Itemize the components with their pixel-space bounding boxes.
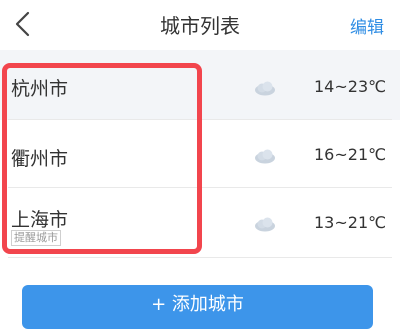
edit-button[interactable]: 编辑 (350, 13, 384, 38)
back-button[interactable] (12, 11, 36, 37)
temperature-range: 16~21℃ (314, 145, 387, 164)
city-name: 衢州市 (11, 148, 69, 170)
top-bar: 城市列表 编辑 (0, 0, 400, 48)
city-row-shanghai[interactable]: 上海市 提醒城市 13~21℃ (0, 188, 400, 258)
temperature-range: 13~21℃ (314, 213, 387, 232)
cloud-icon (255, 81, 275, 96)
cloud-icon (255, 149, 275, 164)
chevron-left-icon (15, 11, 30, 37)
add-city-button[interactable]: + 添加城市 (22, 285, 373, 329)
row-divider (8, 257, 392, 258)
city-list: 杭州市 14~23℃ 衢州市 16~21℃ 上海市 提醒城市 13~21℃ (0, 50, 400, 258)
cloud-icon (255, 217, 275, 232)
temperature-range: 14~23℃ (314, 77, 387, 96)
city-row-quzhou[interactable]: 衢州市 16~21℃ (0, 120, 400, 188)
city-name: 上海市 (11, 209, 69, 231)
city-name: 杭州市 (11, 78, 69, 100)
city-row-hangzhou[interactable]: 杭州市 14~23℃ (0, 50, 400, 120)
page-title: 城市列表 (160, 14, 240, 38)
reminder-city-badge: 提醒城市 (11, 230, 61, 246)
